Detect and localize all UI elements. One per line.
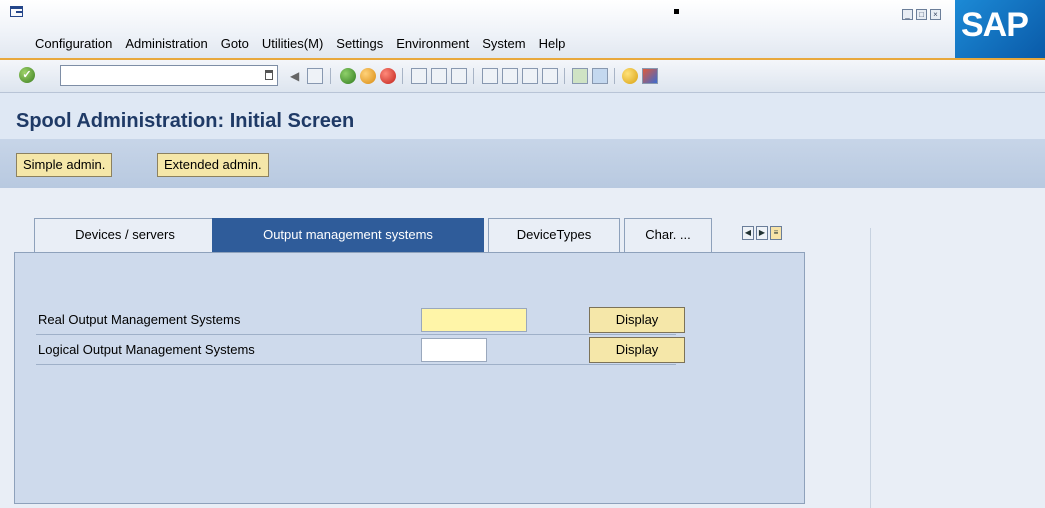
- row-divider: [36, 334, 676, 335]
- menu-bar: Configuration Administration Goto Utilit…: [35, 36, 578, 51]
- close-icon[interactable]: ×: [930, 9, 941, 20]
- menu-goto[interactable]: Goto: [221, 36, 249, 51]
- standard-toolbar: ✓ ◀: [0, 60, 1045, 93]
- first-page-icon[interactable]: [482, 68, 498, 84]
- back-icon[interactable]: [340, 68, 356, 84]
- back-arrow-icon[interactable]: ◀: [290, 68, 306, 84]
- print-icon[interactable]: [411, 68, 427, 84]
- window-controls: _ □ ×: [902, 9, 941, 20]
- minimize-icon[interactable]: _: [902, 9, 913, 20]
- extended-admin-button[interactable]: Extended admin.: [157, 153, 269, 177]
- command-history-icon[interactable]: [265, 70, 273, 80]
- find-next-icon[interactable]: [451, 68, 467, 84]
- menu-settings[interactable]: Settings: [336, 36, 383, 51]
- cancel-icon[interactable]: [380, 68, 396, 84]
- exit-icon[interactable]: [360, 68, 376, 84]
- menu-administration[interactable]: Administration: [125, 36, 207, 51]
- next-page-icon[interactable]: [522, 68, 538, 84]
- tab-output-management-systems[interactable]: Output management systems: [212, 218, 484, 252]
- page-title: Spool Administration: Initial Screen: [16, 110, 355, 132]
- toolbar-separator: [473, 68, 474, 84]
- menu-utilities[interactable]: Utilities(M): [262, 36, 323, 51]
- toolbar-separator: [330, 68, 331, 84]
- create-session-icon[interactable]: [572, 68, 588, 84]
- command-field[interactable]: [60, 65, 278, 86]
- logical-oms-label: Logical Output Management Systems: [38, 342, 255, 357]
- logical-oms-field[interactable]: [421, 338, 487, 362]
- help-icon[interactable]: [622, 68, 638, 84]
- system-menu-icon[interactable]: [10, 6, 23, 17]
- tab-panel: [14, 252, 805, 504]
- save-icon[interactable]: [307, 68, 323, 84]
- find-icon[interactable]: [431, 68, 447, 84]
- content-divider: [870, 228, 871, 508]
- menu-configuration[interactable]: Configuration: [35, 36, 112, 51]
- tab-char[interactable]: Char. ...: [624, 218, 712, 252]
- row-divider: [36, 364, 676, 365]
- title-area: Spool Administration: Initial Screen: [0, 93, 1045, 139]
- tab-device-types[interactable]: DeviceTypes: [488, 218, 620, 252]
- maximize-icon[interactable]: □: [916, 9, 927, 20]
- enter-check-icon[interactable]: ✓: [19, 67, 35, 83]
- display-real-oms-button[interactable]: Display: [589, 307, 685, 333]
- application-toolbar: Simple admin. Extended admin.: [0, 139, 1045, 188]
- real-oms-label: Real Output Management Systems: [38, 312, 241, 327]
- toolbar-separator: [402, 68, 403, 84]
- simple-admin-button[interactable]: Simple admin.: [16, 153, 113, 177]
- menu-help[interactable]: Help: [539, 36, 566, 51]
- tab-scroll-right-icon[interactable]: ▶: [756, 226, 768, 240]
- real-oms-field[interactable]: [421, 308, 527, 332]
- shortcut-icon[interactable]: [592, 68, 608, 84]
- sap-logo-text: SAP: [961, 6, 1029, 44]
- menu-environment[interactable]: Environment: [396, 36, 469, 51]
- toolbar-separator: [614, 68, 615, 84]
- layout-menu-icon[interactable]: [642, 68, 658, 84]
- tab-devices-servers[interactable]: Devices / servers: [34, 218, 216, 252]
- tab-scroll-left-icon[interactable]: ◀: [742, 226, 754, 240]
- cursor-marker: [674, 9, 679, 14]
- toolbar-separator: [564, 68, 565, 84]
- tab-list-icon[interactable]: ≡: [770, 226, 782, 240]
- menu-system[interactable]: System: [482, 36, 525, 51]
- previous-page-icon[interactable]: [502, 68, 518, 84]
- display-logical-oms-button[interactable]: Display: [589, 337, 685, 363]
- last-page-icon[interactable]: [542, 68, 558, 84]
- command-input[interactable]: [64, 67, 258, 86]
- sap-logo: SAP: [955, 0, 1045, 58]
- window-titlebar: Configuration Administration Goto Utilit…: [0, 0, 1045, 60]
